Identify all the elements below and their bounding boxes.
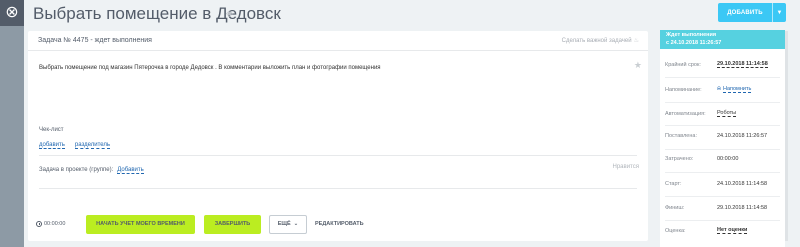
spent-value: 00:00:00 — [717, 156, 739, 162]
spent-label: Затрачено: — [665, 156, 694, 162]
divider — [665, 77, 780, 78]
timer: 00:00:00 — [36, 221, 80, 227]
deadline-value[interactable]: 29.10.2018 11:14:58 — [717, 61, 768, 68]
like-link[interactable]: Нравится — [613, 164, 639, 170]
deadline-row: Крайний срок: 29.10.2018 11:14:58 — [665, 61, 780, 68]
status-banner: Ждет выполнения с 24.10.2018 11:26:57 — [660, 30, 785, 49]
project-label: Задача в проекте (группе): — [39, 167, 114, 173]
make-important-label[interactable]: Сделать важной задачей — [562, 38, 632, 44]
start-row: Старт: 24.10.2018 11:14:58 — [665, 181, 780, 187]
close-icon: ⊗ — [5, 4, 19, 21]
automation-link[interactable]: Роботы — [717, 110, 737, 117]
created-row: Поставлена: 24.10.2018 11:26:57 — [665, 133, 780, 139]
start-label: Старт: — [665, 181, 682, 187]
finish-row: Финиш: 29.10.2018 11:14:58 — [665, 205, 780, 211]
divider — [665, 172, 780, 173]
clock-icon — [36, 221, 42, 227]
left-backdrop — [0, 0, 24, 247]
task-title: Задача № 4475 - ждет выполнения — [38, 37, 152, 44]
track-time-button[interactable]: НАЧАТЬ УЧЕТ МОЕГО ВРЕМЕНИ — [86, 214, 195, 234]
checklist-separator-link[interactable]: разделитель — [74, 142, 111, 149]
chevron-down-icon[interactable]: ▼ — [772, 3, 786, 22]
add-button-label[interactable]: ДОБАВИТЬ — [718, 3, 772, 22]
divider — [39, 188, 637, 189]
more-button[interactable]: ЕЩЁ ⌄ — [269, 214, 307, 234]
reminder-link[interactable]: Напомнить — [722, 86, 752, 93]
divider — [665, 125, 780, 126]
bell-icon: ⍾ — [717, 86, 721, 92]
created-label: Поставлена: — [665, 133, 697, 139]
reminder-row: Напоминание: ⍾ Напомнить — [665, 86, 780, 93]
finish-label: Финиш: — [665, 205, 685, 211]
task-sidebar: Ждет выполнения с 24.10.2018 11:26:57 Кр… — [660, 30, 785, 247]
finish-button[interactable]: ЗАВЕРШИТЬ — [204, 214, 261, 234]
star-icon[interactable]: ★ — [634, 60, 642, 71]
divider — [665, 196, 780, 197]
divider — [39, 155, 637, 156]
page-title: Выбрать помещение в Дедовск — [33, 4, 281, 23]
divider — [665, 102, 780, 103]
checklist-actions: добавить разделитель — [39, 142, 111, 149]
created-value: 24.10.2018 11:26:57 — [717, 133, 768, 139]
automation-row: Автоматизация: Роботы — [665, 110, 780, 117]
status-title: Ждет выполнения — [666, 32, 717, 38]
task-card-header: Задача № 4475 - ждет выполнения Сделать … — [28, 31, 648, 51]
divider — [665, 220, 780, 221]
task-card: Задача № 4475 - ждет выполнения Сделать … — [28, 31, 648, 241]
edit-button[interactable]: РЕДАКТИРОВАТЬ — [315, 221, 364, 227]
checklist-title: Чек-лист — [39, 127, 64, 133]
chevron-down-icon: ⌄ — [293, 221, 299, 227]
timer-value: 00:00:00 — [44, 221, 66, 227]
make-important-link[interactable]: Сделать важной задачей ♨ — [562, 37, 639, 45]
flame-icon: ♨ — [633, 38, 639, 44]
status-since: с 24.10.2018 11:26:57 — [666, 40, 722, 46]
scrollbar[interactable] — [785, 31, 788, 241]
close-button[interactable]: ⊗ — [0, 0, 24, 26]
reminder-label: Напоминание: — [665, 86, 702, 93]
rating-label: Оценка: — [665, 227, 686, 234]
divider — [665, 149, 780, 150]
spent-row: Затрачено: 00:00:00 — [665, 156, 780, 162]
finish-value: 29.10.2018 11:14:58 — [717, 205, 768, 211]
automation-label: Автоматизация: — [665, 110, 706, 117]
start-value: 24.10.2018 11:14:58 — [717, 181, 768, 187]
project-add-link[interactable]: Добавить — [117, 167, 144, 174]
more-label[interactable]: ЕЩЁ — [278, 221, 291, 227]
pin-icon[interactable]: ◈ — [226, 8, 236, 18]
rating-value[interactable]: Нет оценки — [717, 227, 748, 234]
checklist-add-link[interactable]: добавить — [39, 142, 65, 149]
project-row: Задача в проекте (группе): Добавить — [39, 167, 144, 174]
task-description: Выбрать помещение под магазин Пятерочка … — [39, 65, 381, 71]
deadline-label: Крайний срок: — [665, 61, 701, 68]
add-button[interactable]: ДОБАВИТЬ ▼ — [718, 3, 786, 22]
task-footer: 00:00:00 НАЧАТЬ УЧЕТ МОЕГО ВРЕМЕНИ ЗАВЕР… — [28, 207, 648, 241]
rating-row: Оценка: Нет оценки — [665, 227, 780, 234]
